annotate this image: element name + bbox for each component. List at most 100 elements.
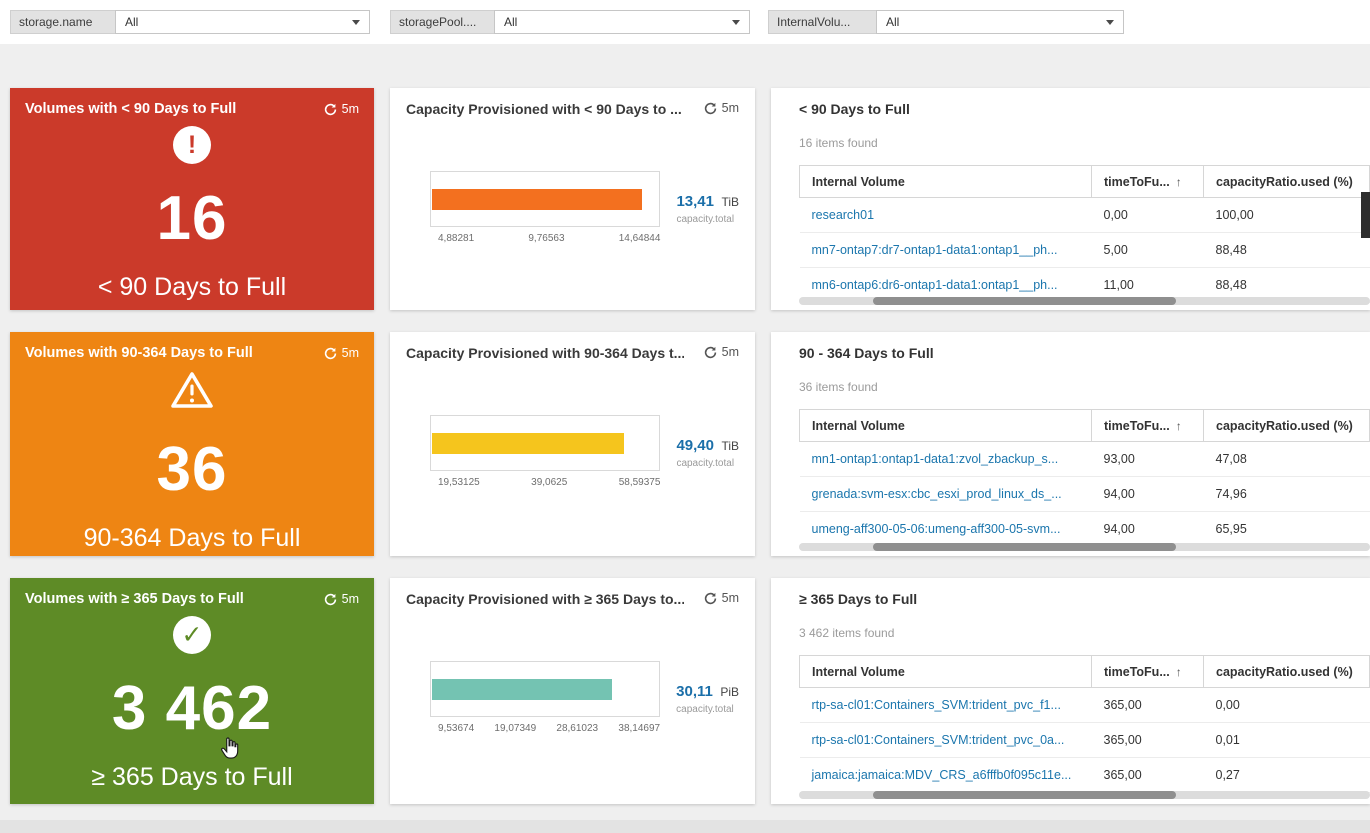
plot-box xyxy=(430,415,661,471)
sort-asc-icon: ↑ xyxy=(1175,664,1182,679)
internal-volume-link[interactable]: rtp-sa-cl01:Containers_SVM:trident_pvc_f… xyxy=(799,687,1092,723)
scrollbar-thumb[interactable] xyxy=(873,543,1176,551)
internal-volume-link[interactable]: grenada:svm-esx:cbc_esxi_prod_linux_ds_.… xyxy=(799,476,1092,512)
dashboard-viewport: storage.name All storagePool.... All Int… xyxy=(0,0,1370,833)
time-to-full-cell: 365,00 xyxy=(1091,687,1204,723)
table-title: ≥ 365 Days to Full xyxy=(799,591,918,607)
capacity-ratio-cell: 0,01 xyxy=(1203,722,1370,758)
refresh-button[interactable]: 5m xyxy=(704,591,739,605)
internal-volume-link[interactable]: mn7-ontap7:dr7-ontap1-data1:ontap1__ph..… xyxy=(799,232,1092,268)
kpi-title: Volumes with 90-364 Days to Full xyxy=(25,345,253,361)
chart-total-unit: TiB xyxy=(721,439,739,453)
filter-storage-name-value: All xyxy=(125,15,139,29)
items-found-label: 36 items found xyxy=(799,380,878,394)
tick-label: 14,64844 xyxy=(618,233,661,244)
kpi-title: Volumes with < 90 Days to Full xyxy=(25,101,237,117)
chart-total-unit: PiB xyxy=(720,685,739,699)
bar-chart: 9,53674 19,07349 28,61023 38,14697 30,11… xyxy=(406,661,739,734)
kpi-header: Volumes with < 90 Days to Full 5m xyxy=(25,101,359,117)
tick-label: 58,59375 xyxy=(618,477,661,488)
column-header-time-to-full[interactable]: timeToFu... ↑ xyxy=(1091,409,1204,442)
internal-volume-link[interactable]: mn1-ontap1:ontap1-data1:zvol_zbackup_s..… xyxy=(799,441,1092,477)
column-header-capacity-ratio[interactable]: capacityRatio.used (%) xyxy=(1203,165,1370,198)
refresh-button[interactable]: 5m xyxy=(704,101,739,115)
kpi-value: 16 xyxy=(156,184,228,253)
horizontal-scrollbar[interactable] xyxy=(799,543,1370,551)
filter-internal-volume-select[interactable]: All xyxy=(876,10,1124,34)
column-header-capacity-ratio[interactable]: capacityRatio.used (%) xyxy=(1203,409,1370,442)
sort-asc-icon: ↑ xyxy=(1175,174,1182,189)
kpi-label: 90-364 Days to Full xyxy=(83,524,301,552)
internal-volume-link[interactable]: umeng-aff300-05-06:umeng-aff300-05-svm..… xyxy=(799,511,1092,547)
capacity-ratio-cell: 47,08 xyxy=(1203,441,1370,477)
refresh-button[interactable]: 5m xyxy=(704,345,739,359)
kpi-card-gte365: Volumes with ≥ 365 Days to Full 5m ✓ 3 4… xyxy=(10,578,374,804)
refresh-icon xyxy=(704,102,716,114)
volumes-table: Internal Volume timeToFu... ↑ capacityRat… xyxy=(799,165,1370,303)
capacity-ratio-cell: 0,27 xyxy=(1203,757,1370,793)
chart-total: 49,40 TiB capacity.total xyxy=(676,437,739,469)
refresh-button[interactable]: 5m xyxy=(324,346,359,360)
plot-area: 4,88281 9,76563 14,64844 xyxy=(430,171,661,244)
internal-volume-link[interactable]: rtp-sa-cl01:Containers_SVM:trident_pvc_0… xyxy=(799,722,1092,758)
filter-internal-volume-value: All xyxy=(886,15,900,29)
column-header-time-to-full[interactable]: timeToFu... ↑ xyxy=(1091,165,1204,198)
column-header-internal-volume[interactable]: Internal Volume xyxy=(799,165,1092,198)
chart-total-value: 30,11 xyxy=(676,683,713,700)
filter-storage-pool-select[interactable]: All xyxy=(494,10,750,34)
tick-label: 4,88281 xyxy=(438,233,475,244)
widget-grid: Volumes with < 90 Days to Full 5m ! 16 <… xyxy=(10,88,1370,804)
table-row: rtp-sa-cl01:Containers_SVM:trident_pvc_0… xyxy=(799,722,1370,758)
tick-label: 39,0625 xyxy=(531,477,568,488)
refresh-icon xyxy=(704,592,716,604)
chart-total: 13,41 TiB capacity.total xyxy=(676,193,739,225)
refresh-interval-label: 5m xyxy=(341,592,359,606)
chart-card-90-364: Capacity Provisioned with 90-364 Days t.… xyxy=(390,332,755,556)
kpi-card-lt90: Volumes with < 90 Days to Full 5m ! 16 <… xyxy=(10,88,374,310)
chart-card-gte365: Capacity Provisioned with ≥ 365 Days to.… xyxy=(390,578,755,804)
table-card-90-364: 90 - 364 Days to Full 36 items found Int… xyxy=(771,332,1370,556)
column-header-time-to-full[interactable]: timeToFu... ↑ xyxy=(1091,655,1204,688)
table-row: umeng-aff300-05-06:umeng-aff300-05-svm..… xyxy=(799,511,1370,547)
scrollbar-thumb[interactable] xyxy=(873,297,1176,305)
tick-label: 28,61023 xyxy=(556,723,599,734)
internal-volume-link[interactable]: jamaica:jamaica:MDV_CRS_a6fffb0f095c11e.… xyxy=(799,757,1092,793)
filter-storage-name: storage.name All xyxy=(10,10,370,34)
column-header-internal-volume[interactable]: Internal Volume xyxy=(799,655,1092,688)
horizontal-scrollbar[interactable] xyxy=(799,297,1370,305)
tick-label: 19,07349 xyxy=(494,723,537,734)
refresh-button[interactable]: 5m xyxy=(324,592,359,606)
filter-internal-volume: InternalVolu... All xyxy=(768,10,1124,34)
chart-total-unit: TiB xyxy=(721,195,739,209)
bar-chart: 4,88281 9,76563 14,64844 13,41 TiB capac… xyxy=(406,171,739,244)
column-header-capacity-ratio[interactable]: capacityRatio.used (%) xyxy=(1203,655,1370,688)
column-header-internal-volume[interactable]: Internal Volume xyxy=(799,409,1092,442)
time-to-full-cell: 93,00 xyxy=(1091,441,1204,477)
table-title: < 90 Days to Full xyxy=(799,101,910,117)
scrollbar-thumb[interactable] xyxy=(873,791,1176,799)
chart-total-caption: capacity.total xyxy=(676,704,734,715)
refresh-button[interactable]: 5m xyxy=(324,102,359,116)
x-axis-ticks: 4,88281 9,76563 14,64844 xyxy=(430,233,660,244)
alert-circle-icon: ! xyxy=(173,126,211,164)
kpi-value: 36 xyxy=(156,435,228,504)
capacity-ratio-cell: 74,96 xyxy=(1203,476,1370,512)
chevron-down-icon xyxy=(352,19,360,25)
capacity-bar xyxy=(432,679,613,700)
horizontal-scrollbar[interactable] xyxy=(799,791,1370,799)
internal-volume-link[interactable]: research01 xyxy=(799,197,1092,233)
filter-storage-name-select[interactable]: All xyxy=(115,10,370,34)
chevron-down-icon xyxy=(732,19,740,25)
capacity-ratio-cell: 100,00 xyxy=(1203,197,1370,233)
kpi-header: Volumes with ≥ 365 Days to Full 5m xyxy=(25,591,359,607)
horizontal-page-scrollbar[interactable] xyxy=(0,820,1370,833)
refresh-icon xyxy=(324,593,336,605)
refresh-interval-label: 5m xyxy=(721,345,739,359)
chart-card-lt90: Capacity Provisioned with < 90 Days to .… xyxy=(390,88,755,310)
vertical-scrollbar-thumb[interactable] xyxy=(1361,192,1370,238)
filter-storage-name-label: storage.name xyxy=(10,10,115,34)
x-axis-ticks: 19,53125 39,0625 58,59375 xyxy=(430,477,660,488)
bar-chart: 19,53125 39,0625 58,59375 49,40 TiB capa… xyxy=(406,415,739,488)
capacity-bar xyxy=(432,189,643,210)
capacity-ratio-cell: 0,00 xyxy=(1203,687,1370,723)
